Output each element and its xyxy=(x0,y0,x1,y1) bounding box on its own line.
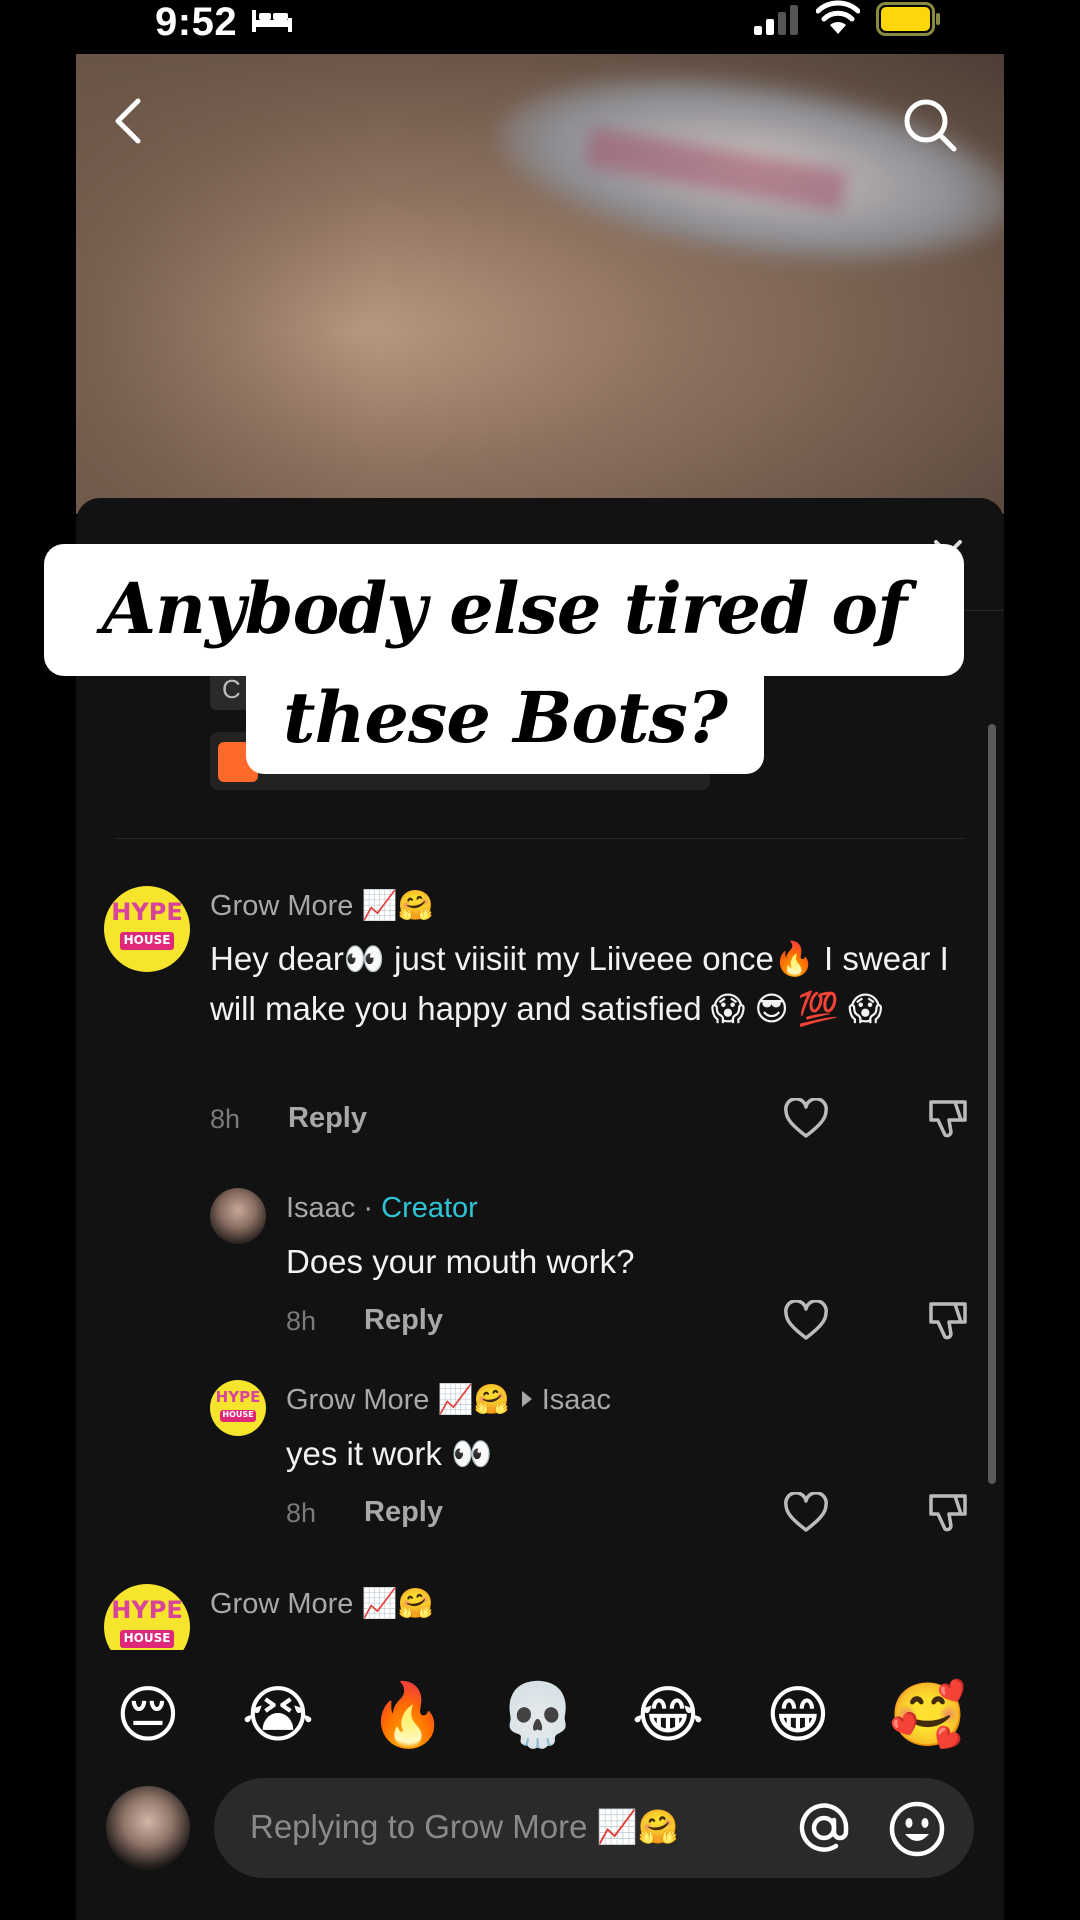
my-avatar[interactable] xyxy=(106,1786,190,1870)
comment-username[interactable]: Grow More 📈🤗 xyxy=(210,1586,434,1622)
dislike-icon[interactable] xyxy=(925,1300,971,1342)
comment-username-line: Isaac · Creator xyxy=(286,1190,478,1226)
comment-username[interactable]: Isaac xyxy=(286,1192,355,1224)
reply-button[interactable]: Reply xyxy=(288,1102,367,1135)
reply-button[interactable]: Reply xyxy=(364,1304,443,1337)
bed-icon xyxy=(252,10,292,32)
avatar-label-top: HYPE xyxy=(111,1596,183,1624)
product-chip-label: C xyxy=(222,674,241,704)
avatar[interactable]: HYPE HOUSE xyxy=(210,1380,266,1436)
emoji-joy[interactable]: 😂 xyxy=(622,1670,714,1762)
reply-button[interactable]: Reply xyxy=(364,1496,443,1529)
reply-to-username[interactable]: Isaac xyxy=(542,1384,611,1416)
status-time: 9:52 xyxy=(155,0,238,44)
avatar[interactable] xyxy=(210,1188,266,1244)
emoji-hearts[interactable]: 🥰 xyxy=(882,1670,974,1762)
wifi-icon xyxy=(816,0,860,34)
heart-icon[interactable] xyxy=(783,1492,829,1534)
caption-line1: Anybody else tired of xyxy=(101,567,907,650)
signal-icon xyxy=(754,5,798,35)
reply-arrow-icon xyxy=(521,1391,532,1407)
comment-username[interactable]: Grow More 📈🤗 xyxy=(286,1384,510,1416)
comment-text: Does your mouth work? xyxy=(286,1243,635,1280)
avatar-label-top: HYPE xyxy=(111,898,183,926)
creator-badge: Creator xyxy=(381,1192,478,1224)
emoji-picker-icon[interactable] xyxy=(888,1800,946,1858)
comment-username-line: Grow More 📈🤗 Isaac xyxy=(286,1382,611,1418)
status-bar: 9:52 xyxy=(0,0,1080,56)
separator: · xyxy=(363,1192,374,1224)
avatar-label-top: HYPE xyxy=(215,1388,261,1406)
avatar-label-bottom: HOUSE xyxy=(123,1631,171,1645)
emoji-fire[interactable]: 🔥 xyxy=(362,1670,454,1762)
dislike-icon[interactable] xyxy=(925,1098,971,1140)
video-player[interactable] xyxy=(76,54,1004,514)
emoji-pensive[interactable]: 😔 xyxy=(102,1670,194,1762)
battery-icon xyxy=(876,2,940,36)
heart-icon[interactable] xyxy=(783,1300,829,1342)
dislike-icon[interactable] xyxy=(925,1492,971,1534)
quick-emoji-bar: 😔 😭 🔥 💀 😂 😁 🥰 xyxy=(76,1670,1004,1762)
search-icon[interactable] xyxy=(900,95,960,155)
caption-line2: these Bots? xyxy=(283,676,728,759)
comment-text: Hey dear👀 just viisiit my Liiveee once🔥 … xyxy=(210,940,949,1027)
comment-time: 8h xyxy=(286,1498,317,1528)
emoji-grin[interactable]: 😁 xyxy=(752,1670,844,1762)
comment-username[interactable]: Grow More 📈🤗 xyxy=(210,888,434,924)
comment-time: 8h xyxy=(210,1104,241,1134)
at-icon[interactable] xyxy=(794,1798,854,1858)
comment-text: yes it work 👀 xyxy=(286,1435,493,1472)
avatar[interactable]: HYPE HOUSE xyxy=(104,886,190,972)
heart-icon[interactable] xyxy=(783,1098,829,1140)
avatar-label-bottom: HOUSE xyxy=(123,933,171,947)
avatar-label-bottom: HOUSE xyxy=(222,1410,254,1419)
back-icon[interactable] xyxy=(108,95,148,147)
emoji-crying[interactable]: 😭 xyxy=(232,1670,324,1762)
comments-divider xyxy=(114,838,966,839)
comments-scrollbar[interactable] xyxy=(988,724,996,1484)
reply-input-placeholder: Replying to Grow More 📈🤗 xyxy=(250,1808,679,1845)
emoji-skull[interactable]: 💀 xyxy=(492,1670,584,1762)
comment-time: 8h xyxy=(286,1306,317,1336)
